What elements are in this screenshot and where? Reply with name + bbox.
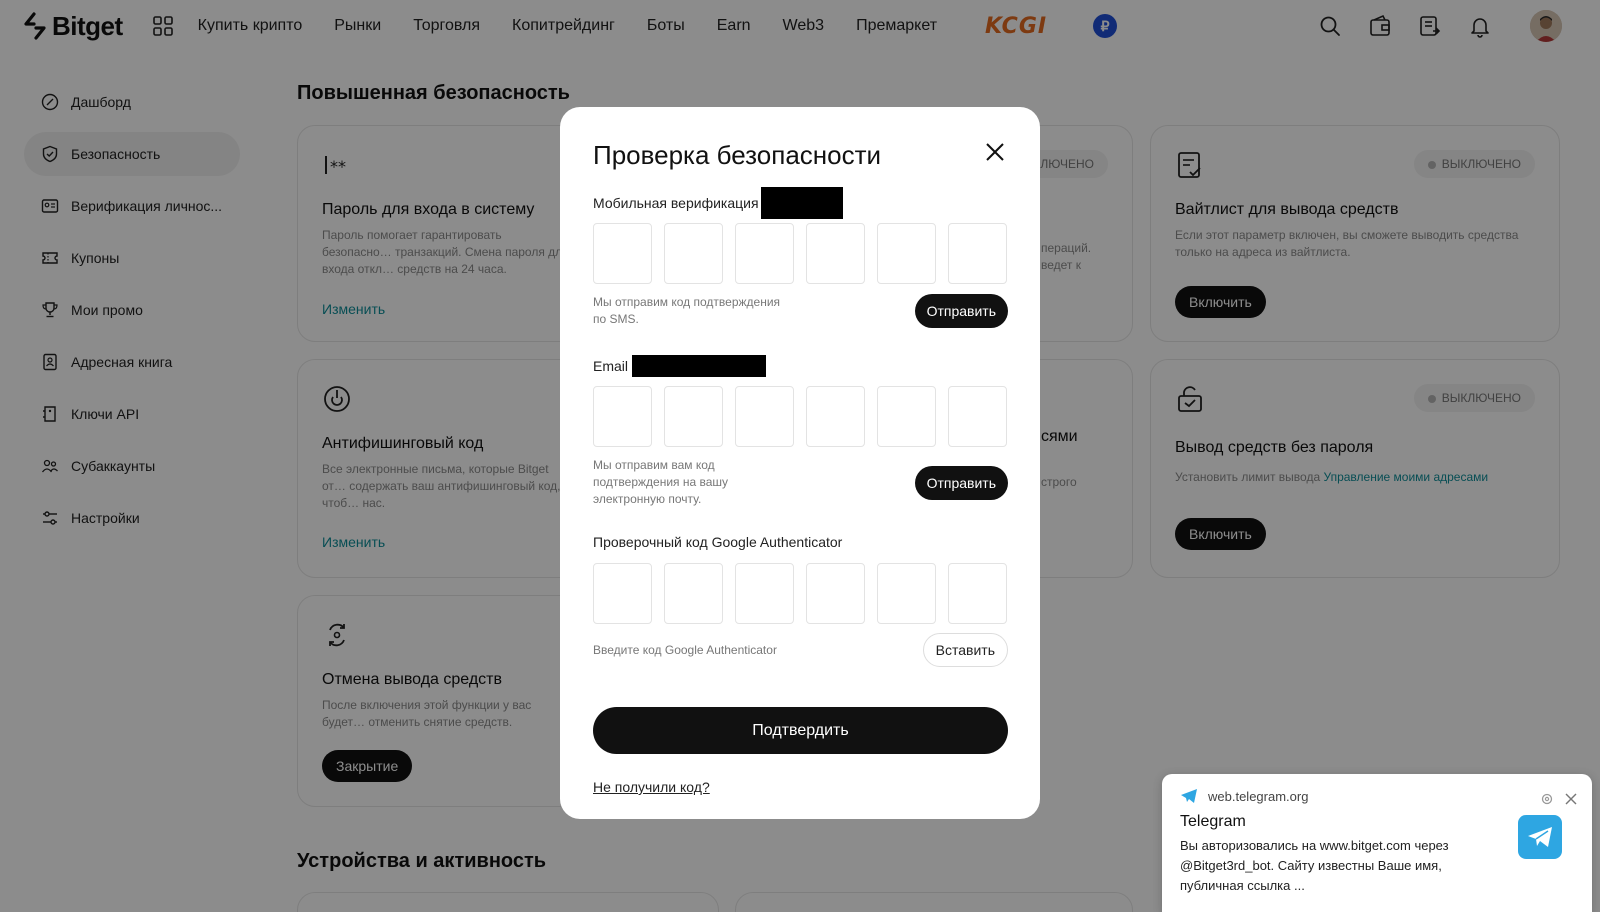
code-digit-box[interactable]: [664, 223, 723, 284]
google-hint-row: Введите код Google Authenticator Вставит…: [593, 633, 1008, 667]
email-label-text: Email: [593, 358, 629, 374]
telegram-logo-icon: [1518, 815, 1562, 859]
browser-notification[interactable]: web.telegram.org Telegram Вы авторизовал…: [1162, 774, 1592, 912]
mobile-hint: Мы отправим код подтверждения по SMS.: [593, 295, 781, 326]
gear-icon[interactable]: [1540, 792, 1554, 806]
code-digit-box[interactable]: [664, 386, 723, 447]
code-digit-box[interactable]: [806, 223, 865, 284]
google-auth-label: Проверочный код Google Authenticator: [593, 534, 843, 550]
code-digit-box[interactable]: [877, 563, 936, 624]
google-code-input: [593, 563, 1008, 624]
security-check-modal: Проверка безопасности Мобильная верифика…: [560, 107, 1040, 819]
telegram-small-icon: [1181, 789, 1197, 803]
redacted-phone: [760, 187, 843, 219]
code-digit-box[interactable]: [948, 223, 1007, 284]
code-digit-box[interactable]: [593, 563, 652, 624]
mobile-hint-row: Мы отправим код подтверждения по SMS. От…: [593, 294, 1008, 328]
code-digit-box[interactable]: [735, 386, 794, 447]
code-digit-box[interactable]: [806, 563, 865, 624]
send-sms-button[interactable]: Отправить: [914, 294, 1008, 328]
no-code-link[interactable]: Не получили код?: [593, 779, 1008, 795]
email-code-input: [593, 386, 1008, 447]
code-digit-box[interactable]: [948, 386, 1007, 447]
code-digit-box[interactable]: [593, 386, 652, 447]
redacted-email: [632, 355, 767, 377]
notification-controls: [1540, 792, 1578, 806]
code-digit-box[interactable]: [877, 223, 936, 284]
email-hint: Мы отправим вам код подтверждения на ваш…: [593, 458, 729, 506]
notification-body: Вы авторизовались на www.bitget.com чере…: [1180, 838, 1449, 893]
close-icon[interactable]: [984, 141, 1006, 163]
mobile-code-input: [593, 223, 1008, 284]
notification-title: Telegram: [1180, 813, 1246, 830]
mobile-verification-label: Мобильная верификация: [593, 187, 1008, 219]
send-email-button[interactable]: Отправить: [914, 465, 1008, 500]
code-digit-box[interactable]: [593, 223, 652, 284]
code-digit-box[interactable]: [877, 386, 936, 447]
notification-origin: web.telegram.org: [1180, 788, 1574, 804]
email-verification-label: Email: [593, 355, 1008, 377]
code-digit-box[interactable]: [664, 563, 723, 624]
close-icon[interactable]: [1564, 792, 1578, 806]
notification-origin-text: web.telegram.org: [1208, 788, 1309, 804]
google-hint: Введите код Google Authenticator: [593, 642, 777, 657]
confirm-button[interactable]: Подтвердить: [593, 707, 1008, 754]
email-hint-row: Мы отправим вам код подтверждения на ваш…: [593, 457, 1008, 508]
telegram-plane-icon: [1528, 827, 1552, 847]
paste-button[interactable]: Вставить: [922, 633, 1008, 667]
modal-title: Проверка безопасности: [593, 140, 882, 170]
code-digit-box[interactable]: [735, 563, 794, 624]
code-digit-box[interactable]: [948, 563, 1007, 624]
mobile-label-text: Мобильная верификация: [593, 195, 759, 211]
code-digit-box[interactable]: [735, 223, 794, 284]
code-digit-box[interactable]: [806, 386, 865, 447]
